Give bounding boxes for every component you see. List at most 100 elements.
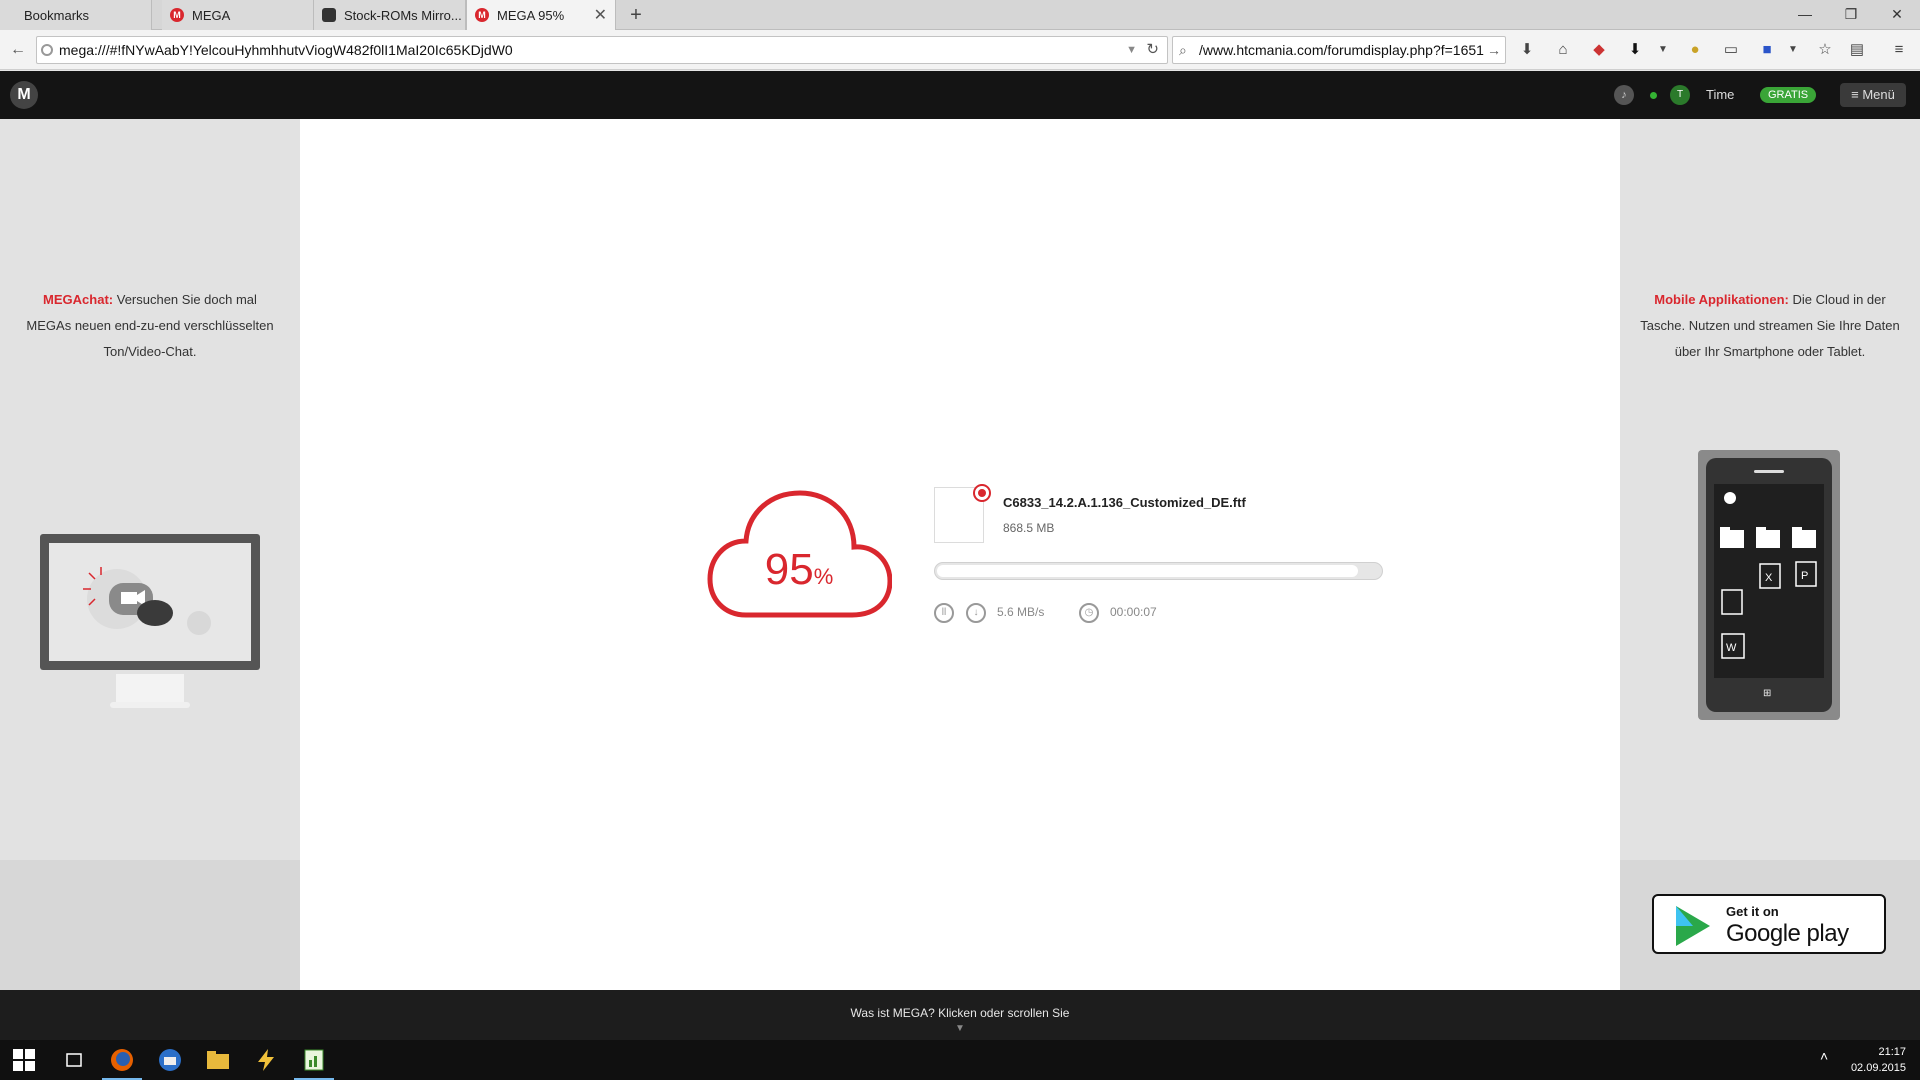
taskbar-app[interactable] [242, 1040, 290, 1080]
chevron-down-icon[interactable]: ▼ [1652, 39, 1674, 61]
phone-speaker [1754, 470, 1784, 473]
avatar[interactable]: T [1670, 85, 1690, 105]
android-icon [322, 8, 336, 22]
file-size: 868.5 MB [1003, 521, 1055, 535]
task-view-button[interactable] [50, 1040, 98, 1080]
download-area: 95% C6833_14.2.A.1.136_Customized_DE.ftf… [300, 119, 1620, 990]
file-name: C6833_14.2.A.1.136_Customized_DE.ftf [1003, 495, 1246, 510]
tab-label: Bookmarks [24, 7, 90, 23]
home-icon[interactable]: ⌂ [1552, 39, 1574, 61]
taskbar-spreadsheet[interactable] [290, 1040, 338, 1080]
plan-badge[interactable]: GRATIS [1760, 87, 1817, 103]
hamburger-icon: ≡ [1851, 87, 1863, 102]
menu-button[interactable]: ≡ Menü [1840, 83, 1906, 107]
tab-mega-download[interactable]: M MEGA 95% ✕ [466, 0, 616, 30]
download-icon[interactable]: ⬇ [1516, 39, 1538, 61]
phone-screen: X P W [1714, 484, 1824, 678]
close-window-icon[interactable]: ✕ [1874, 0, 1920, 30]
mega-header: M ♪ T Time GRATIS ≡ Menü [0, 71, 1920, 119]
tab-label: MEGA 95% [497, 7, 565, 23]
thunderbird-icon [159, 1049, 181, 1071]
clock-icon: ◷ [1079, 603, 1099, 623]
file-icon [934, 484, 991, 543]
progress-bar-fill [937, 565, 1358, 577]
left-promo-panel: MEGAchat: Versuchen Sie doch mal MEGAs n… [0, 119, 300, 990]
right-promo-panel: Mobile Applikationen: Die Cloud in der T… [1620, 119, 1920, 990]
right-panel-footer: Get it on Google play [1620, 860, 1920, 990]
time-remaining: 00:00:07 [1110, 605, 1157, 619]
tab-stock-roms[interactable]: Stock-ROMs Mirro... [314, 0, 466, 30]
tab-bookmarks[interactable]: Bookmarks [0, 0, 152, 30]
monitor-illustration [40, 534, 260, 708]
extension-icon[interactable]: ◆ [1588, 39, 1610, 61]
chevron-down-icon[interactable]: ▼ [1126, 37, 1137, 63]
file-icons-grid: X P W [1720, 492, 1817, 659]
go-arrow-icon[interactable]: → [1487, 37, 1501, 63]
left-panel-footer [0, 860, 300, 990]
system-clock[interactable]: 21:17 02.09.2015 [1851, 1044, 1906, 1076]
chevron-down-icon[interactable]: ▼ [1782, 39, 1804, 61]
monitor-screen [49, 543, 251, 661]
svg-text:W: W [1726, 642, 1737, 654]
bookmark-star-icon[interactable]: ☆ [1814, 39, 1836, 61]
progress-bar [934, 562, 1383, 580]
tab-mega[interactable]: M MEGA [162, 0, 314, 30]
notification-bell-icon[interactable]: ♪ [1614, 85, 1634, 105]
screenshot-icon[interactable]: ▭ [1720, 39, 1742, 61]
svg-text:P: P [1801, 570, 1808, 582]
pause-icon[interactable]: ll [934, 603, 954, 623]
new-tab-button[interactable]: + [624, 0, 648, 30]
taskbar-firefox[interactable] [98, 1040, 146, 1080]
promo-highlight: Mobile Applikationen: [1654, 292, 1789, 307]
video-chat-icon [83, 567, 211, 635]
translate-icon[interactable]: ■ [1756, 39, 1778, 61]
url-bar[interactable]: mega:///#!fNYwAabY!YelcouHyhmhhutvViogW4… [36, 36, 1168, 64]
chevron-up-icon[interactable]: ˄ [1820, 1048, 1828, 1064]
username[interactable]: Time [1706, 71, 1734, 119]
clock-date: 02.09.2015 [1850, 1062, 1906, 1074]
phone-illustration: X P W ⊞ [1698, 450, 1840, 720]
download-percent: 95% [706, 545, 892, 595]
lightning-app-icon [258, 1049, 274, 1071]
addon-icon[interactable]: ● [1684, 39, 1706, 61]
hamburger-menu-icon[interactable]: ≡ [1888, 39, 1910, 61]
close-icon[interactable]: ✕ [594, 5, 607, 25]
site-info-icon[interactable] [41, 44, 53, 56]
phone-body: X P W ⊞ [1706, 458, 1832, 712]
taskbar-thunderbird[interactable] [146, 1040, 194, 1080]
back-icon[interactable]: ← [6, 38, 30, 62]
browser-nav-bar: ← mega:///#!fNYwAabY!YelcouHyhmhhutvViog… [0, 30, 1920, 70]
start-button[interactable] [0, 1040, 48, 1080]
mega-logo[interactable]: M [10, 81, 38, 109]
mega-icon: M [170, 8, 184, 22]
reading-list-icon[interactable]: ▤ [1846, 39, 1868, 61]
progress-cloud: 95% [706, 487, 893, 621]
monitor-base [110, 702, 190, 708]
firefox-icon [111, 1049, 133, 1071]
tab-label: Stock-ROMs Mirro... [344, 7, 462, 23]
minimize-icon[interactable]: — [1782, 0, 1828, 30]
clock-time: 21:17 [1878, 1046, 1906, 1058]
mobile-apps-promo[interactable]: Mobile Applikationen: Die Cloud in der T… [1640, 287, 1900, 365]
svg-text:X: X [1765, 572, 1773, 584]
google-play-badge[interactable]: Get it on Google play [1652, 894, 1886, 954]
taskbar-explorer[interactable] [194, 1040, 242, 1080]
windows-logo-icon [13, 1049, 35, 1071]
menu-label: Menü [1862, 87, 1895, 102]
promo-highlight: MEGAchat: [43, 292, 114, 307]
mega-footer[interactable]: Was ist MEGA? Klicken oder scrollen Sie … [0, 990, 1920, 1040]
search-text: /www.htcmania.com/forumdisplay.php?f=165… [1199, 42, 1484, 58]
task-view-icon [66, 1053, 82, 1067]
google-play-line1: Get it on [1726, 904, 1779, 919]
search-icon: ⌕ [1179, 42, 1187, 58]
url-text: mega:///#!fNYwAabY!YelcouHyhmhhutvViogW4… [59, 42, 513, 58]
search-bar[interactable]: ⌕ /www.htcmania.com/forumdisplay.php?f=1… [1172, 36, 1506, 64]
browser-tab-bar: Bookmarks M MEGA Stock-ROMs Mirro... M M… [0, 0, 1920, 30]
google-play-line2: Google play [1726, 920, 1849, 947]
download-manager-icon[interactable]: ⬇ [1624, 39, 1646, 61]
megachat-promo[interactable]: MEGAchat: Versuchen Sie doch mal MEGAs n… [20, 287, 280, 365]
download-badge-icon [973, 484, 991, 502]
maximize-icon[interactable]: ❐ [1828, 0, 1874, 30]
reload-icon[interactable]: ↻ [1146, 37, 1159, 63]
percent-sign: % [813, 564, 834, 589]
